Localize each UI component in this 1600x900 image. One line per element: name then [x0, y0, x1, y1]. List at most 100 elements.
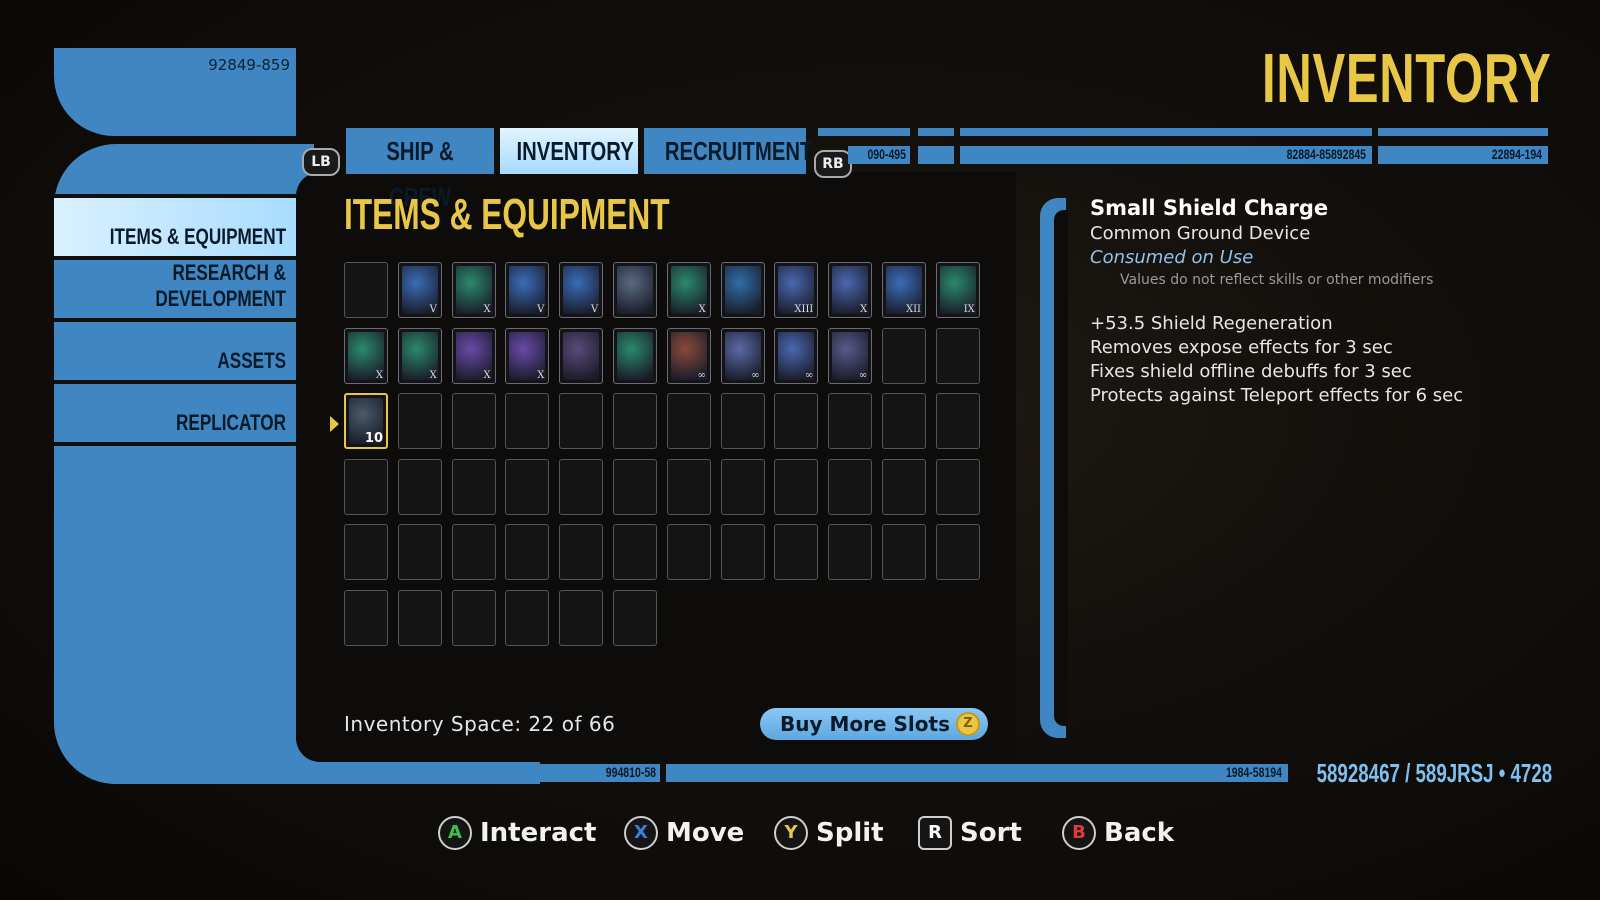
- tab-inventory[interactable]: INVENTORY: [500, 128, 638, 174]
- item-mark-label: ∞: [858, 369, 868, 381]
- sidebar-item-replicator[interactable]: REPLICATOR: [54, 384, 296, 442]
- canister-item-icon: [617, 266, 653, 314]
- strip: [818, 128, 910, 136]
- inventory-slot-empty[interactable]: [397, 458, 442, 515]
- inventory-slot-empty[interactable]: [613, 589, 657, 646]
- tab-label: RECRUITMENT: [664, 136, 813, 166]
- inventory-slot-empty[interactable]: [451, 589, 496, 646]
- item-type: Common Ground Device: [1090, 223, 1311, 244]
- inventory-slot-empty[interactable]: [613, 524, 657, 580]
- inventory-slot[interactable]: XII: [882, 262, 926, 318]
- inventory-slot-empty[interactable]: [613, 458, 657, 515]
- inventory-slot[interactable]: X: [828, 262, 873, 318]
- item-mark-label: X: [483, 304, 491, 315]
- inventory-slot[interactable]: V: [559, 262, 604, 318]
- inventory-slot-empty[interactable]: [613, 393, 657, 449]
- sidebar-item-items-equipment[interactable]: ITEMS & EQUIPMENT: [54, 198, 296, 256]
- inventory-slot[interactable]: [559, 327, 604, 384]
- inventory-slot-empty[interactable]: [451, 524, 496, 580]
- hint-split[interactable]: Y Split: [774, 816, 884, 850]
- zen-currency-icon: Z: [956, 712, 980, 736]
- inventory-slot-empty[interactable]: [882, 524, 926, 580]
- inventory-slot-empty[interactable]: [344, 524, 388, 580]
- inventory-slot-empty[interactable]: [559, 524, 604, 580]
- strip: [918, 128, 954, 136]
- inventory-slot[interactable]: X: [666, 262, 711, 318]
- strip-code: 1984-58194: [1225, 764, 1282, 780]
- inventory-slot-empty[interactable]: [774, 524, 819, 580]
- inventory-slot-empty[interactable]: [397, 589, 442, 646]
- inventory-slot[interactable]: V: [505, 262, 550, 318]
- inventory-slot[interactable]: IX: [935, 262, 980, 318]
- inventory-slot[interactable]: [613, 262, 657, 318]
- inventory-slot-empty[interactable]: [666, 524, 711, 580]
- inventory-slot-empty[interactable]: [666, 458, 711, 515]
- inventory-slot-empty[interactable]: [882, 327, 926, 384]
- hint-interact[interactable]: A Interact: [438, 816, 596, 850]
- inventory-slot[interactable]: V: [397, 262, 442, 318]
- inventory-slot-empty[interactable]: [559, 458, 604, 515]
- sidebar-item-assets[interactable]: ASSETS: [54, 322, 296, 380]
- inventory-slot-empty[interactable]: [344, 589, 388, 646]
- inventory-slot-empty[interactable]: [935, 393, 980, 449]
- inventory-slot[interactable]: [613, 327, 657, 384]
- inventory-slot-empty[interactable]: [505, 458, 550, 515]
- x-button-icon: X: [624, 816, 658, 850]
- inventory-slot-empty[interactable]: [774, 458, 819, 515]
- inventory-slot-empty[interactable]: [935, 524, 980, 580]
- inventory-slot[interactable]: ∞: [666, 327, 711, 384]
- inventory-slot-empty[interactable]: [774, 393, 819, 449]
- inventory-slot-empty[interactable]: [882, 458, 926, 515]
- inventory-slot-empty[interactable]: [720, 458, 765, 515]
- tab-recruitment[interactable]: RECRUITMENT: [644, 128, 812, 174]
- item-stat: +53.5 Shield Regeneration: [1090, 313, 1333, 334]
- inventory-slot-empty[interactable]: [935, 327, 980, 384]
- inventory-slot[interactable]: X: [397, 327, 442, 384]
- item-note: Values do not reflect skills or other mo…: [1120, 272, 1434, 288]
- divider: [54, 194, 296, 198]
- inventory-slot[interactable]: X: [344, 327, 388, 384]
- item-mark-label: ∞: [697, 369, 706, 381]
- inventory-slot-empty[interactable]: [344, 458, 388, 515]
- hint-move[interactable]: X Move: [624, 816, 744, 850]
- inventory-slot[interactable]: XIII: [774, 262, 819, 318]
- inventory-slot-empty[interactable]: [559, 589, 604, 646]
- sidebar-item-research-development[interactable]: RESEARCH & DEVELOPMENT: [54, 260, 296, 318]
- armor-item-icon: [563, 331, 600, 380]
- inventory-slot-empty[interactable]: [505, 589, 550, 646]
- buy-more-slots-button[interactable]: Buy More Slots Z: [760, 708, 988, 740]
- buy-button-label: Buy More Slots: [780, 712, 950, 736]
- inventory-slot-empty[interactable]: [505, 524, 550, 580]
- inventory-slot[interactable]: X: [451, 262, 496, 318]
- inventory-slot[interactable]: ∞: [828, 327, 873, 384]
- inventory-slot-empty[interactable]: [828, 458, 873, 515]
- inventory-slot-empty[interactable]: [828, 524, 873, 580]
- inventory-slot-empty[interactable]: [344, 262, 388, 318]
- inventory-slot[interactable]: 10: [344, 393, 388, 449]
- lb-button[interactable]: LB: [302, 148, 340, 176]
- hint-label: Sort: [960, 818, 1022, 848]
- sidebar-item-label: ASSETS: [217, 348, 286, 373]
- inventory-slot-empty[interactable]: [666, 393, 711, 449]
- item-mark-label: XII: [905, 304, 921, 315]
- inventory-slot-empty[interactable]: [882, 393, 926, 449]
- inventory-slot[interactable]: X: [505, 327, 550, 384]
- inventory-slot-empty[interactable]: [720, 524, 765, 580]
- inventory-slot[interactable]: X: [451, 327, 496, 384]
- inventory-slot-empty[interactable]: [935, 458, 980, 515]
- inventory-slot-empty[interactable]: [451, 393, 496, 449]
- inventory-slot-empty[interactable]: [505, 393, 550, 449]
- inventory-slot[interactable]: [720, 262, 765, 318]
- inventory-slot-empty[interactable]: [451, 458, 496, 515]
- right-stick-icon: R: [918, 816, 952, 850]
- tab-ship-crew[interactable]: SHIP & CREW: [346, 128, 494, 212]
- inventory-slot-empty[interactable]: [720, 393, 765, 449]
- hint-back[interactable]: B Back: [1062, 816, 1174, 850]
- inventory-slot-empty[interactable]: [397, 524, 442, 580]
- inventory-slot[interactable]: ∞: [774, 327, 819, 384]
- inventory-slot-empty[interactable]: [397, 393, 442, 449]
- inventory-slot-empty[interactable]: [559, 393, 604, 449]
- hint-sort[interactable]: R Sort: [918, 816, 1022, 850]
- inventory-slot-empty[interactable]: [828, 393, 873, 449]
- inventory-slot[interactable]: ∞: [720, 327, 765, 384]
